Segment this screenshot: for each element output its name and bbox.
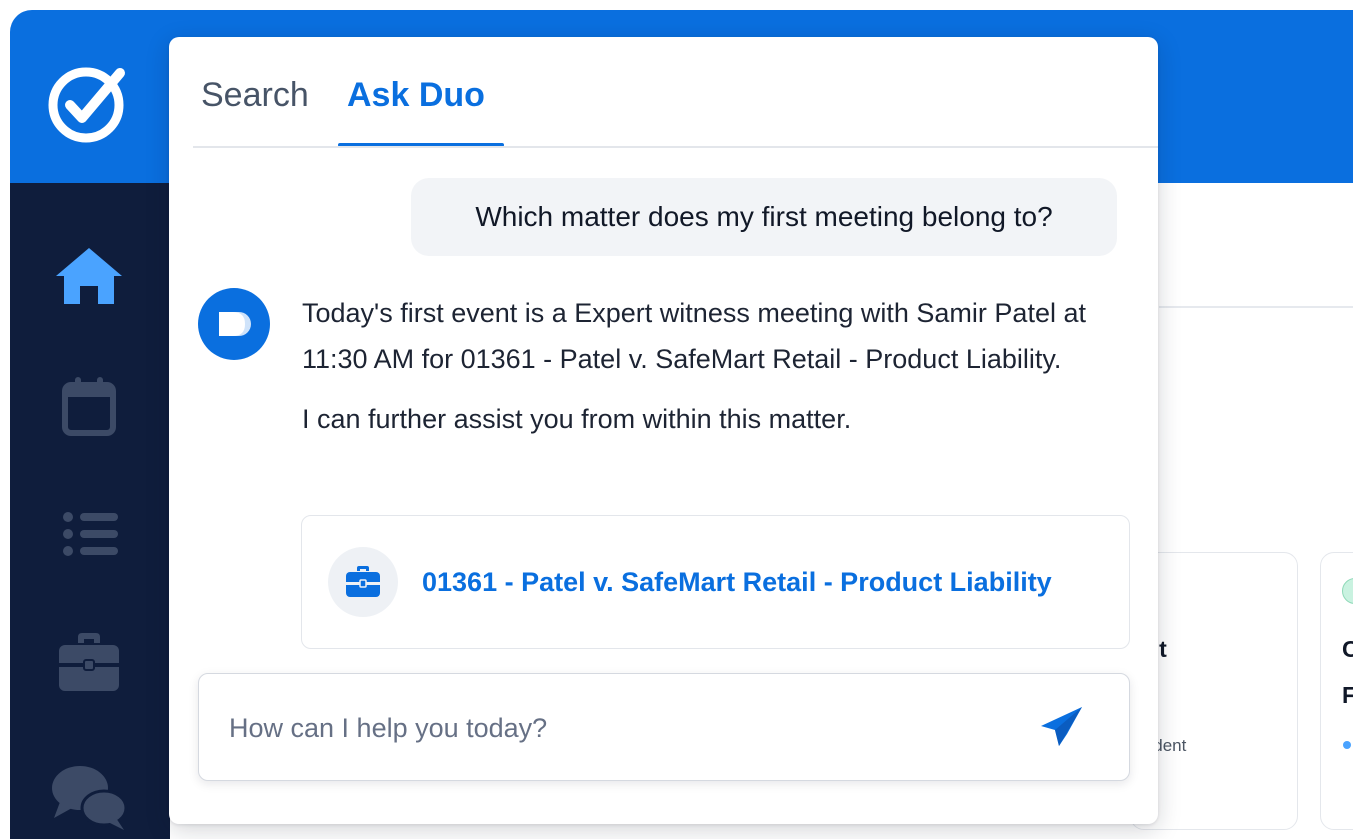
background-card-title: C — [1342, 636, 1353, 662]
assistant-message-paragraph: Today's first event is a Expert witness … — [302, 298, 1086, 374]
home-icon[interactable] — [54, 246, 124, 311]
background-card-title: F — [1342, 682, 1353, 708]
checkmark-badge-icon[interactable] — [46, 61, 130, 145]
list-icon[interactable] — [54, 507, 124, 566]
content-divider — [1159, 306, 1353, 308]
chat-input-box — [198, 673, 1130, 781]
tab-search[interactable]: Search — [201, 75, 309, 115]
assistant-message-paragraph: I can further assist you from within thi… — [302, 404, 852, 434]
tab-bar: Search Ask Duo — [169, 37, 1158, 148]
calendar-icon[interactable] — [54, 375, 124, 442]
duo-avatar-icon — [198, 288, 270, 360]
assistant-message: Today's first event is a Expert witness … — [302, 290, 1132, 442]
briefcase-icon[interactable] — [54, 631, 124, 698]
briefcase-icon — [346, 566, 380, 597]
tab-bar-divider — [193, 146, 1158, 148]
user-message: Which matter does my first meeting belon… — [411, 178, 1117, 256]
send-icon[interactable] — [1037, 702, 1087, 752]
matter-link[interactable]: 01361 - Patel v. SafeMart Retail - Produ… — [422, 562, 1052, 602]
matter-icon-container — [328, 547, 398, 617]
ask-duo-panel: Search Ask Duo Which matter does my firs… — [169, 37, 1158, 824]
matter-link-card[interactable]: 01361 - Patel v. SafeMart Retail - Produ… — [301, 515, 1130, 649]
status-dot — [1343, 741, 1351, 749]
tab-ask-duo[interactable]: Ask Duo — [347, 75, 485, 115]
chat-input[interactable] — [227, 702, 1011, 754]
chat-icon[interactable] — [50, 762, 128, 837]
